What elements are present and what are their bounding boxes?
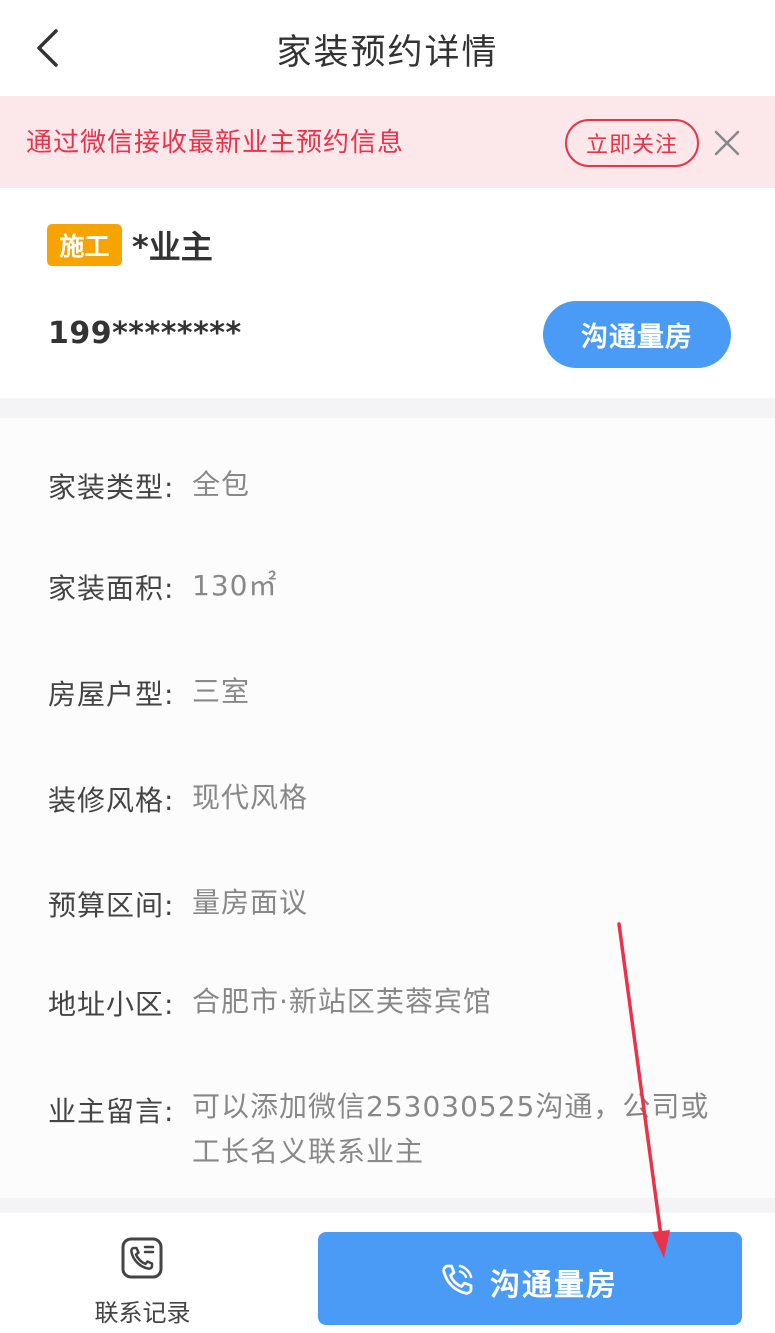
detail-value-address: 合肥市·新站区芙蓉宾馆 [192,985,492,1018]
notice-close-button[interactable] [708,124,746,162]
construction-tag: 施工 [47,224,122,266]
contact-measure-main-label: 沟通量房 [490,1268,618,1303]
notice-text: 通过微信接收最新业主预约信息 [26,128,405,158]
detail-label-address: 地址小区: [48,988,175,1021]
follow-now-button[interactable]: 立即关注 [565,119,699,167]
top-nav-bar: 家装预约详情 [0,0,775,96]
detail-value-style: 现代风格 [192,781,309,814]
phone-log-icon [121,1237,163,1279]
owner-name: *业主 [132,228,213,266]
detail-label-style: 装修风格: [48,784,175,817]
page-title: 家装预约详情 [276,33,499,73]
detail-label-budget: 预算区间: [48,889,175,922]
close-icon [714,130,740,156]
app-root: 家装预约详情 通过微信接收最新业主预约信息 立即关注 施工 *业主 199***… [0,0,775,1333]
detail-value-layout: 三室 [192,675,251,708]
owner-phone: 199******** [48,316,242,351]
detail-label-layout: 房屋户型: [48,678,175,711]
contact-measure-button[interactable]: 沟通量房 [543,301,731,368]
phone-icon [442,1264,473,1295]
detail-value-area: 130㎡ [192,569,278,602]
detail-value-budget: 量房面议 [192,886,309,919]
detail-label-type: 家装类型: [48,471,175,504]
detail-value-message: 可以添加微信253030525沟通，公司或工长名义联系业主 [192,1090,710,1168]
detail-label-area: 家装面积: [48,572,175,605]
detail-value-type: 全包 [192,468,251,501]
contact-records-label: 联系记录 [94,1299,191,1327]
detail-label-message: 业主留言: [48,1095,175,1128]
